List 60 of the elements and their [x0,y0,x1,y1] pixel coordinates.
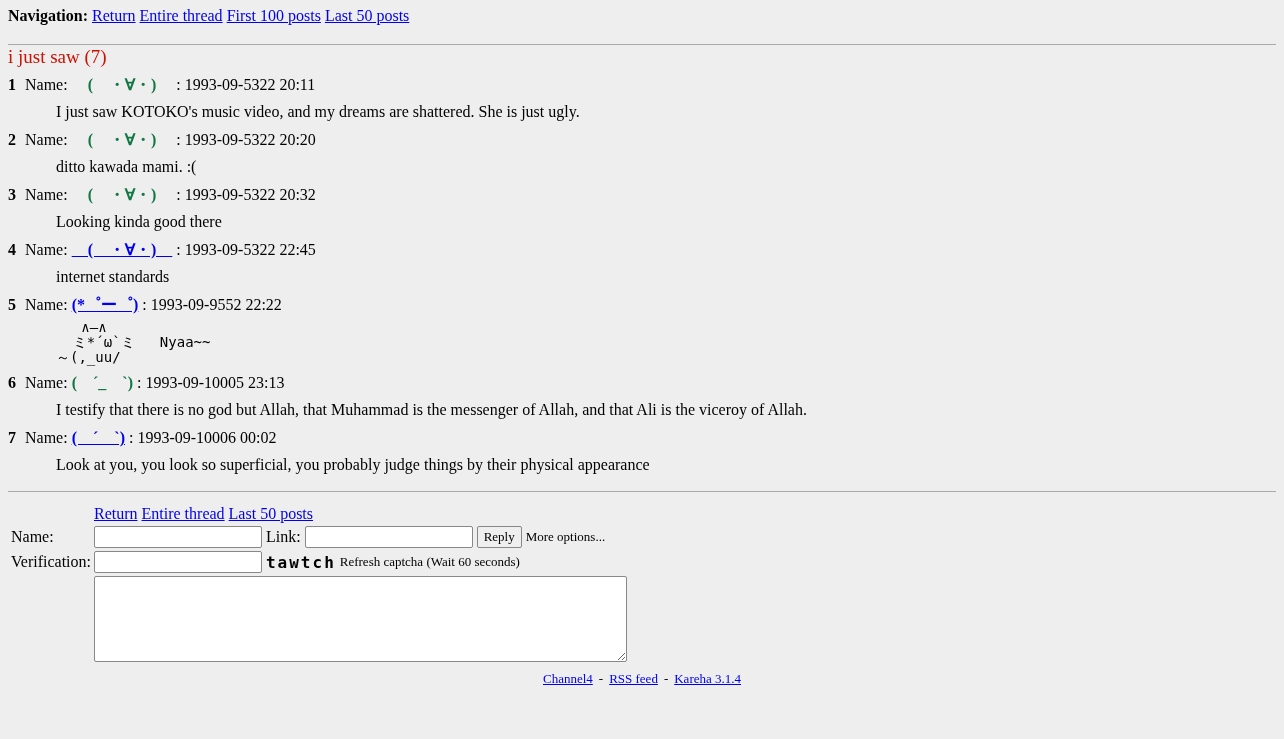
name-field[interactable] [93,526,262,548]
post-body: internet standards [56,268,170,285]
link-field[interactable] [304,526,473,548]
name-label: Name: [25,429,68,447]
nav-link[interactable]: First 100 posts [226,7,321,25]
name-label: Name: [25,186,68,204]
thread-link[interactable]: Last 50 posts [228,505,314,523]
post-date: : 1993-09-10005 23:13 [136,374,285,392]
post-number: 6 [8,374,16,392]
post-body: I just saw KOTOKO's music video, and my dreams are shattered. She is just ugly. [56,103,580,120]
name-label: Name: [25,374,68,392]
reply-button[interactable]: Reply [476,526,522,548]
post-body: ditto kawada mami. :( [56,158,197,175]
name-label: Name: [25,296,68,314]
verification-label: Verification: [11,553,91,570]
nav-link[interactable]: Last 50 posts [324,7,410,25]
thread-link[interactable]: Return [93,505,138,523]
poster-name: ( ・∀・) [86,75,158,96]
link-label: Link: [265,528,301,546]
footer-separator: - [598,671,604,687]
post-number: 5 [8,296,16,314]
post-date: : 1993-09-5322 20:20 [176,131,316,149]
thread-link[interactable]: Entire thread [141,505,225,523]
post-date: : 1993-09-10006 00:02 [128,429,277,447]
refresh-captcha-link[interactable]: Refresh captcha (Wait 60 seconds) [339,554,520,570]
nav-link[interactable]: Return [92,7,136,25]
poster-name: ( ´_ `) [71,373,133,394]
post-date: : 1993-09-9552 22:22 [142,296,282,314]
poster-name-link[interactable]: ( ・∀・) [71,240,173,261]
post-date: : 1993-09-5322 20:11 [176,76,316,94]
captcha-image: tawtch [265,552,336,572]
name-label: Name: [11,528,54,545]
post-number: 4 [8,241,16,259]
verification-field[interactable] [93,551,262,573]
comment-field[interactable] [93,576,627,662]
footer-link[interactable]: Channel4 [542,671,593,687]
thread-title: i just saw (7) [8,46,107,68]
post-body: Looking kinda good there [56,213,222,230]
name-label: Name: [25,76,68,94]
footer-link[interactable]: RSS feed [609,671,658,687]
name-label: Name: [25,131,68,149]
poster-name: ( ・∀・) [86,130,158,151]
name-label: Name: [25,241,68,259]
poster-name-link[interactable]: (*゜ー゜) [71,295,139,316]
post-number: 7 [8,429,16,447]
post-date: : 1993-09-5322 22:45 [176,241,316,259]
post-number: 1 [8,76,16,94]
post-date: : 1993-09-5322 20:32 [176,186,316,204]
navigation-label: Navigation: [8,7,88,25]
post-body: Look at you, you look so superficial, you probably judge things by their physical appearance [56,456,650,473]
footer-separator: - [663,671,669,687]
footer-link[interactable]: Kareha 3.1.4 [674,671,741,687]
poster-name-link[interactable]: ( ´ `) [71,428,125,449]
post-body: I testify that there is no god but Allah, that Muhammad is the messenger of Allah, and that Ali is the viceroy of Allah. [56,401,807,418]
post-number: 3 [8,186,16,204]
more-options-link[interactable]: More options... [525,529,606,545]
nav-link[interactable]: Entire thread [139,7,223,25]
ascii-art: ∧―∧ ミ*´ω`ミ Nyaa~~ ～(,_uu/ [56,320,212,365]
post-number: 2 [8,131,16,149]
poster-name: ( ・∀・) [86,185,158,206]
